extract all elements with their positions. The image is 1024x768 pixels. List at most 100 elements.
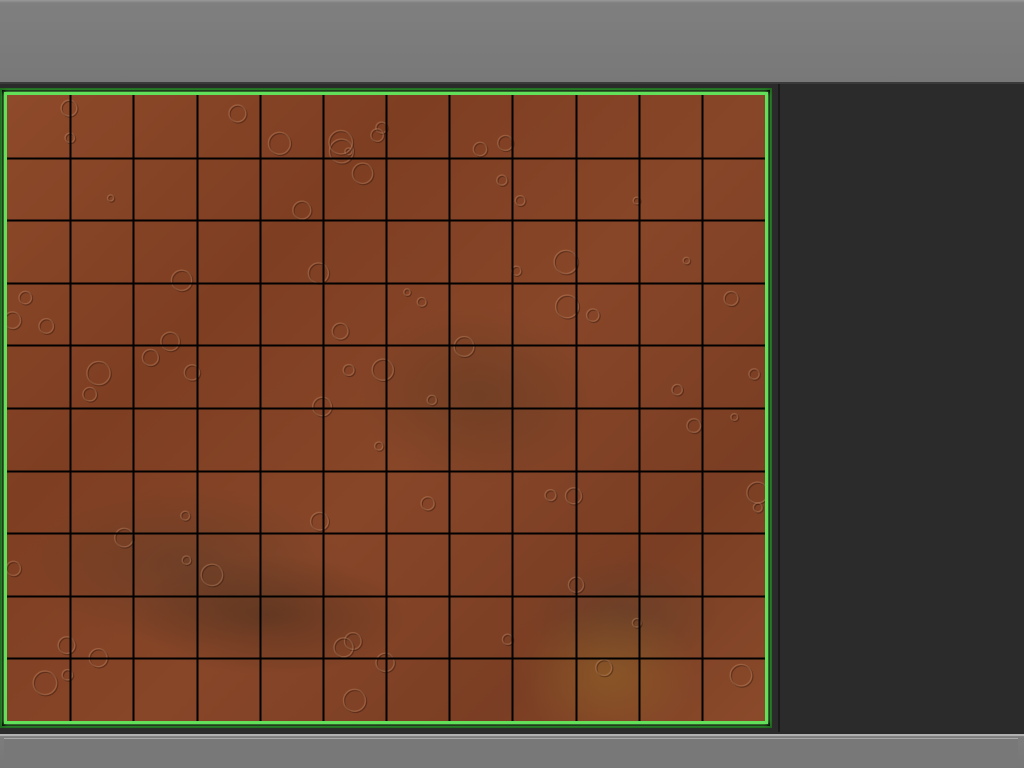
map-tile[interactable] [702, 533, 765, 596]
map-tile[interactable] [323, 95, 386, 158]
map-tile[interactable] [639, 220, 702, 283]
map-tile[interactable] [512, 158, 575, 221]
map-viewport[interactable] [4, 92, 768, 724]
map-tile[interactable] [7, 283, 70, 346]
map-tile[interactable] [576, 158, 639, 221]
map-tile[interactable] [512, 471, 575, 534]
map-tile[interactable] [386, 95, 449, 158]
map-tile[interactable] [702, 408, 765, 471]
map-tile[interactable] [449, 345, 512, 408]
map-tile[interactable] [449, 596, 512, 659]
map-tiles[interactable] [7, 95, 765, 721]
map-tile[interactable] [197, 220, 260, 283]
map-tile[interactable] [449, 95, 512, 158]
map-tile[interactable] [702, 283, 765, 346]
map-tile[interactable] [260, 408, 323, 471]
map-grid[interactable] [7, 95, 765, 721]
map-tile[interactable] [702, 220, 765, 283]
map-tile[interactable] [323, 220, 386, 283]
map-tile[interactable] [70, 158, 133, 221]
map-tile[interactable] [449, 220, 512, 283]
map-tile[interactable] [260, 471, 323, 534]
map-tile[interactable] [133, 95, 196, 158]
map-tile[interactable] [323, 408, 386, 471]
map-tile[interactable] [260, 95, 323, 158]
map-tile[interactable] [323, 471, 386, 534]
map-tile[interactable] [639, 158, 702, 221]
map-tile[interactable] [7, 596, 70, 659]
map-tile[interactable] [449, 408, 512, 471]
map-tile[interactable] [386, 220, 449, 283]
map-tile[interactable] [70, 220, 133, 283]
map-tile[interactable] [7, 533, 70, 596]
map-tile[interactable] [323, 596, 386, 659]
map-tile[interactable] [512, 533, 575, 596]
map-tile[interactable] [197, 596, 260, 659]
map-tile[interactable] [449, 283, 512, 346]
map-tile[interactable] [70, 283, 133, 346]
map-tile[interactable] [386, 658, 449, 721]
map-tile[interactable] [260, 220, 323, 283]
map-tile[interactable] [449, 158, 512, 221]
map-tile[interactable] [197, 345, 260, 408]
map-tile[interactable] [323, 658, 386, 721]
map-tile[interactable] [260, 596, 323, 659]
map-tile[interactable] [70, 408, 133, 471]
map-tile[interactable] [70, 658, 133, 721]
map-tile[interactable] [512, 220, 575, 283]
map-tile[interactable] [702, 345, 765, 408]
map-tile[interactable] [197, 658, 260, 721]
map-tile[interactable] [386, 533, 449, 596]
map-tile[interactable] [323, 345, 386, 408]
map-tile[interactable] [7, 95, 70, 158]
map-tile[interactable] [639, 345, 702, 408]
map-tile[interactable] [133, 533, 196, 596]
map-tile[interactable] [133, 283, 196, 346]
map-tile[interactable] [639, 658, 702, 721]
map-tile[interactable] [260, 158, 323, 221]
map-tile[interactable] [639, 533, 702, 596]
map-tile[interactable] [7, 658, 70, 721]
map-tile[interactable] [702, 596, 765, 659]
map-tile[interactable] [386, 158, 449, 221]
map-tile[interactable] [702, 95, 765, 158]
map-tile[interactable] [512, 408, 575, 471]
map-tile[interactable] [7, 345, 70, 408]
map-tile[interactable] [70, 345, 133, 408]
map-tile[interactable] [323, 533, 386, 596]
map-tile[interactable] [576, 471, 639, 534]
map-tile[interactable] [576, 95, 639, 158]
map-tile[interactable] [576, 533, 639, 596]
map-tile[interactable] [323, 283, 386, 346]
map-tile[interactable] [323, 158, 386, 221]
map-tile[interactable] [576, 658, 639, 721]
map-tile[interactable] [386, 596, 449, 659]
map-tile[interactable] [197, 283, 260, 346]
map-tile[interactable] [512, 345, 575, 408]
map-tile[interactable] [386, 345, 449, 408]
map-tile[interactable] [576, 283, 639, 346]
map-tile[interactable] [260, 658, 323, 721]
map-tile[interactable] [7, 471, 70, 534]
map-tile[interactable] [7, 220, 70, 283]
map-tile[interactable] [133, 158, 196, 221]
map-tile[interactable] [260, 533, 323, 596]
map-tile[interactable] [197, 158, 260, 221]
map-tile[interactable] [512, 596, 575, 659]
map-tile[interactable] [133, 345, 196, 408]
map-tile[interactable] [260, 345, 323, 408]
map-tile[interactable] [449, 471, 512, 534]
map-tile[interactable] [70, 533, 133, 596]
map-tile[interactable] [639, 95, 702, 158]
map-tile[interactable] [386, 408, 449, 471]
map-tile[interactable] [197, 408, 260, 471]
map-tile[interactable] [7, 408, 70, 471]
map-tile[interactable] [576, 345, 639, 408]
map-tile[interactable] [133, 658, 196, 721]
map-tile[interactable] [260, 283, 323, 346]
map-tile[interactable] [576, 408, 639, 471]
map-tile[interactable] [512, 95, 575, 158]
map-tile[interactable] [7, 158, 70, 221]
map-tile[interactable] [449, 533, 512, 596]
map-tile[interactable] [197, 95, 260, 158]
